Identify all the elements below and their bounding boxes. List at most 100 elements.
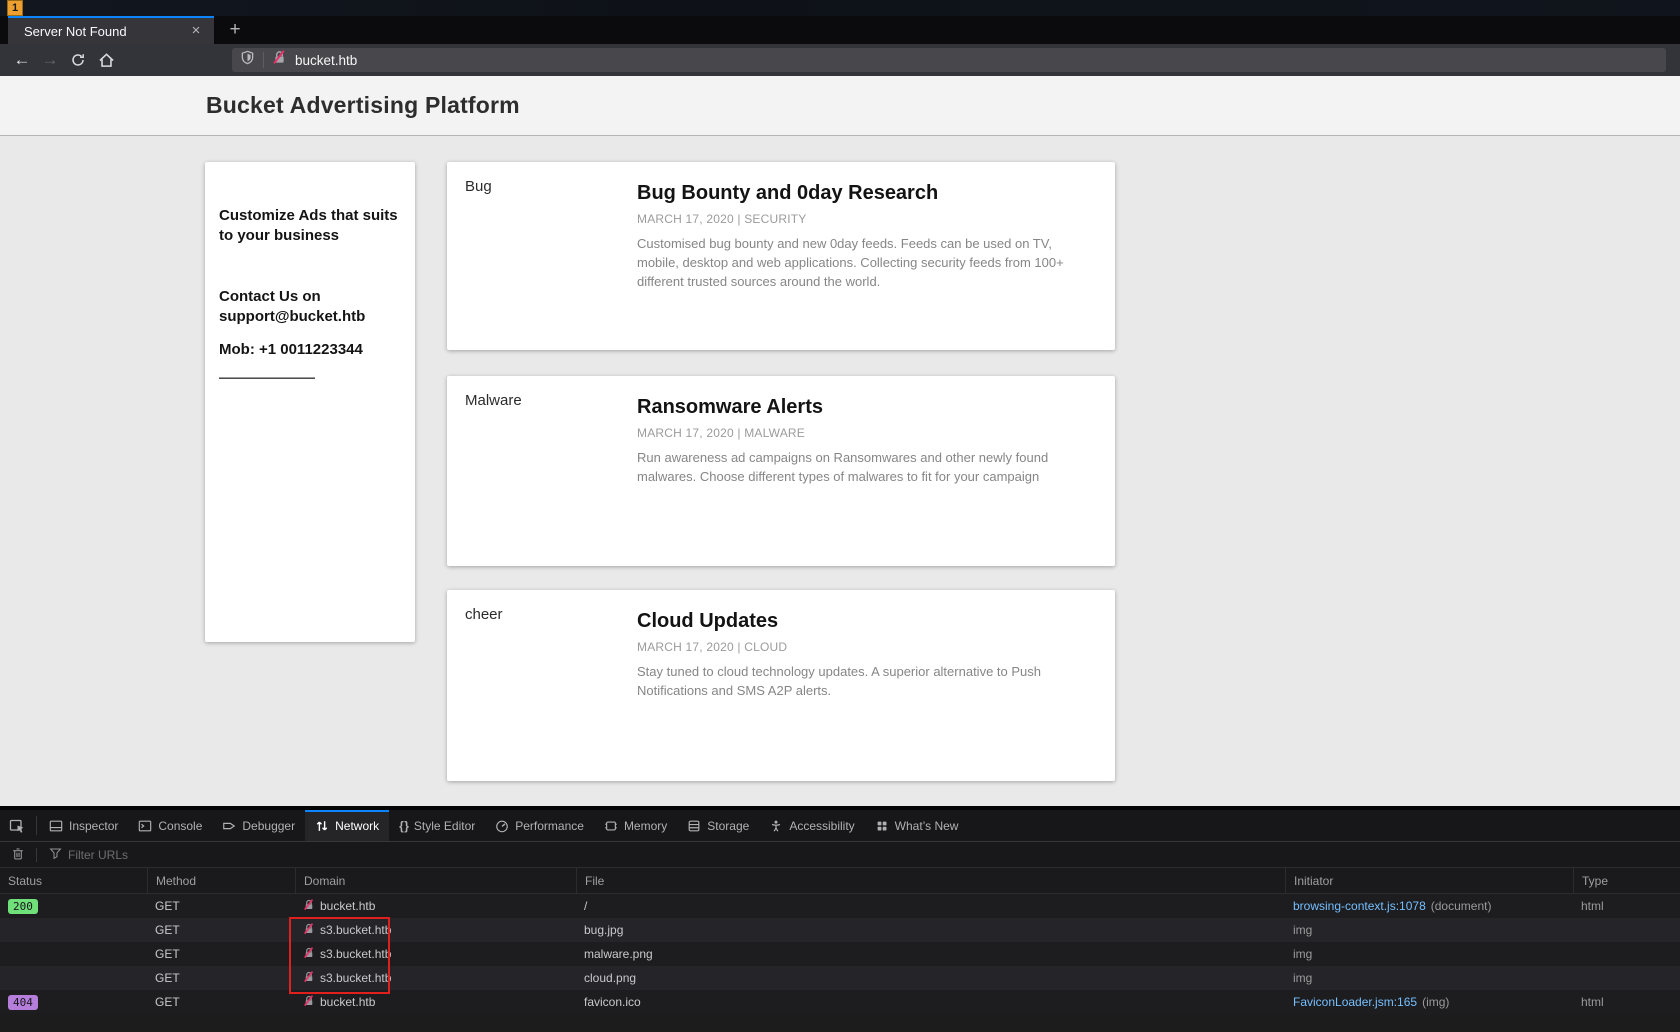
ad-title: Ransomware Alerts: [637, 396, 1097, 419]
tab-label: Performance: [515, 819, 584, 833]
pick-element-icon: [9, 818, 25, 834]
console-icon: [138, 819, 152, 833]
file-cell: malware.png: [576, 942, 1285, 966]
tab-network[interactable]: Network: [305, 810, 389, 841]
performance-icon: [495, 819, 509, 833]
shield-icon[interactable]: [240, 50, 255, 70]
tab-storage[interactable]: Storage: [677, 810, 759, 841]
tab-label: Inspector: [69, 819, 118, 833]
browser-tab[interactable]: Server Not Found ×: [8, 16, 214, 44]
status-badge: 200: [8, 899, 38, 914]
type-cell: [1573, 918, 1680, 942]
whats-new-icon: [875, 819, 889, 833]
network-request-list: 200 GET bucket.htb / browsing-context.js…: [0, 894, 1680, 1014]
accessibility-icon: [769, 819, 783, 833]
devtools-tab-bar: Inspector Console Debugger Network { } S…: [0, 810, 1680, 842]
home-icon: [98, 52, 115, 69]
initiator-cell: FaviconLoader.jsm:165 (img): [1285, 990, 1573, 1014]
home-button[interactable]: [92, 47, 120, 73]
style-editor-icon: { }: [399, 819, 408, 833]
domain-cell: bucket.htb: [295, 894, 576, 918]
column-header-file[interactable]: File: [576, 868, 1285, 893]
column-header-status[interactable]: Status: [0, 868, 147, 893]
initiator-cell: img: [1285, 918, 1573, 942]
tab-console[interactable]: Console: [128, 810, 212, 841]
web-page: Bucket Advertising Platform Customize Ad…: [0, 76, 1680, 806]
devtools-bottom-filler: [0, 1014, 1680, 1032]
back-button[interactable]: ←: [8, 47, 36, 73]
ad-card: Malware Ransomware Alerts MARCH 17, 2020…: [447, 376, 1115, 566]
inspector-icon: [49, 819, 63, 833]
network-row[interactable]: GET s3.bucket.htb malware.png img: [0, 942, 1680, 966]
tab-performance[interactable]: Performance: [485, 810, 594, 841]
storage-icon: [687, 819, 701, 833]
url-bar[interactable]: [232, 48, 1666, 72]
initiator-link[interactable]: browsing-context.js:1078: [1293, 899, 1426, 913]
annotation-red-box: [289, 917, 390, 994]
insecure-lock-icon[interactable]: [272, 50, 287, 70]
column-header-method[interactable]: Method: [147, 868, 295, 893]
new-tab-button[interactable]: +: [222, 18, 248, 42]
type-cell: html: [1573, 894, 1680, 918]
tab-label: Console: [158, 819, 202, 833]
tab-accessibility[interactable]: Accessibility: [759, 810, 864, 841]
method-cell: GET: [147, 990, 295, 1014]
network-toolbar: [0, 842, 1680, 868]
method-cell: GET: [147, 894, 295, 918]
trash-icon: [11, 846, 25, 864]
tab-label: Debugger: [242, 819, 295, 833]
network-row[interactable]: 404 GET bucket.htb favicon.ico FaviconLo…: [0, 990, 1680, 1014]
tab-debugger[interactable]: Debugger: [212, 810, 305, 841]
forward-button[interactable]: →: [36, 47, 64, 73]
filter-funnel-icon: [49, 847, 62, 863]
column-header-domain[interactable]: Domain: [295, 868, 576, 893]
ad-meta: MARCH 17, 2020 | CLOUD: [637, 640, 1097, 654]
network-table-header: Status Method Domain File Initiator Type: [0, 868, 1680, 894]
tab-label: What’s New: [895, 819, 959, 833]
sidebar-contact: Contact Us on support@bucket.htb: [219, 287, 401, 326]
pick-element-button[interactable]: [0, 810, 34, 841]
sidebar-mobile: Mob: +1 0011223344: [219, 340, 401, 360]
url-input[interactable]: [295, 53, 1658, 68]
column-header-initiator[interactable]: Initiator: [1285, 868, 1573, 893]
method-cell: GET: [147, 918, 295, 942]
devtools-panel: Inspector Console Debugger Network { } S…: [0, 806, 1680, 1032]
navigation-toolbar: ← →: [0, 44, 1680, 76]
tab-whats-new[interactable]: What’s New: [865, 810, 969, 841]
broken-image-alt: cheer: [465, 606, 503, 623]
urlbar-separator: [263, 52, 264, 68]
network-row[interactable]: GET s3.bucket.htb cloud.png img: [0, 966, 1680, 990]
devtools-separator: [36, 816, 37, 835]
page-header: Bucket Advertising Platform: [0, 76, 1680, 136]
ad-body: Run awareness ad campaigns on Ransomware…: [637, 449, 1097, 487]
column-header-type[interactable]: Type: [1573, 868, 1680, 893]
page-title: Bucket Advertising Platform: [206, 92, 520, 119]
filter-urls-input[interactable]: [68, 848, 1680, 862]
file-cell: /: [576, 894, 1285, 918]
clear-requests-button[interactable]: [0, 846, 36, 864]
file-cell: cloud.png: [576, 966, 1285, 990]
network-row[interactable]: GET s3.bucket.htb bug.jpg img: [0, 918, 1680, 942]
tab-inspector[interactable]: Inspector: [39, 810, 128, 841]
initiator-note: (document): [1431, 899, 1492, 913]
screen: 1 Server Not Found × + ← → Bucket Advert…: [0, 0, 1680, 1032]
ad-card: cheer Cloud Updates MARCH 17, 2020 | CLO…: [447, 590, 1115, 781]
initiator-cell: browsing-context.js:1078 (document): [1285, 894, 1573, 918]
tab-label: Memory: [624, 819, 667, 833]
type-cell: [1573, 966, 1680, 990]
tab-label: Storage: [707, 819, 749, 833]
tab-style-editor[interactable]: { } Style Editor: [389, 810, 485, 841]
ad-body: Customised bug bounty and new 0day feeds…: [637, 235, 1097, 292]
initiator-link[interactable]: FaviconLoader.jsm:165: [1293, 995, 1417, 1009]
reload-button[interactable]: [64, 47, 92, 73]
browser-tab-bar: Server Not Found × +: [0, 16, 1680, 44]
tab-memory[interactable]: Memory: [594, 810, 677, 841]
network-row[interactable]: 200 GET bucket.htb / browsing-context.js…: [0, 894, 1680, 918]
memory-icon: [604, 819, 618, 833]
domain-text: bucket.htb: [320, 899, 375, 913]
type-cell: [1573, 942, 1680, 966]
insecure-lock-icon: [303, 899, 315, 914]
tab-close-icon[interactable]: ×: [186, 21, 206, 41]
window-top-strip: [0, 0, 1680, 16]
ad-title: Bug Bounty and 0day Research: [637, 182, 1097, 205]
